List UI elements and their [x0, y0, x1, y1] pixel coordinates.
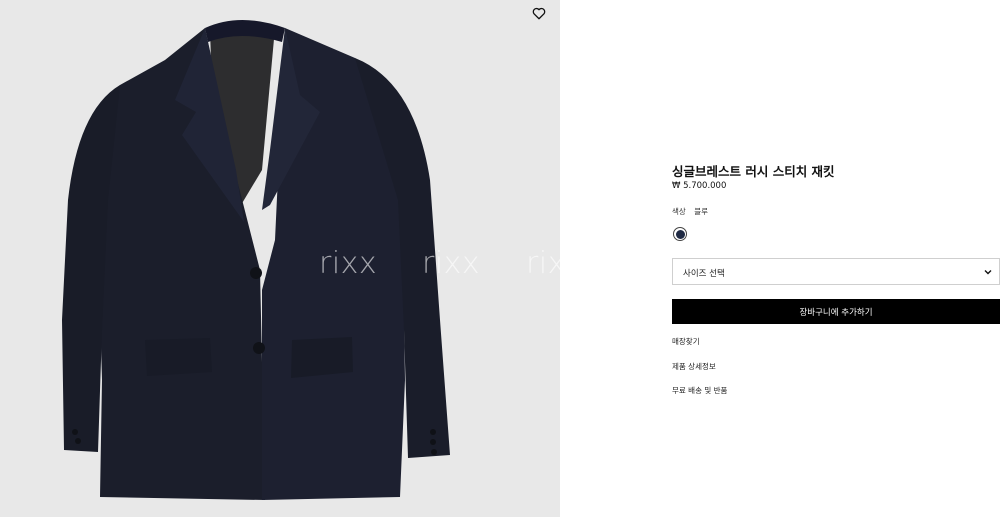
- size-select[interactable]: 사이즈 선택: [672, 258, 1000, 285]
- product-title: 싱글브레스트 러시 스티치 재킷: [672, 164, 835, 179]
- add-to-cart-button[interactable]: 장바구니에 추가하기: [672, 299, 1000, 324]
- shipping-returns-link[interactable]: 무료 배송 및 반품: [672, 385, 727, 396]
- color-swatch[interactable]: [673, 227, 687, 241]
- watermark: rixx: [526, 246, 560, 281]
- watermark: rixx: [319, 246, 378, 281]
- product-details-link[interactable]: 제품 상세정보: [672, 361, 716, 372]
- color-label: 색상: [672, 207, 686, 216]
- product-image-gallery: rixx rixx rixx: [0, 0, 560, 517]
- product-info-panel: 싱글브레스트 러시 스티치 재킷 ₩ 5.700.000 색상 블루 사이즈 선…: [672, 0, 1000, 517]
- chevron-down-icon: [984, 270, 992, 275]
- size-select-label: 사이즈 선택: [683, 269, 725, 279]
- heart-icon: [532, 7, 546, 19]
- swatch-fill: [675, 229, 685, 239]
- watermark: rixx: [422, 246, 481, 281]
- store-locator-link[interactable]: 매장찾기: [672, 336, 700, 347]
- color-row: 색상 블루: [672, 206, 708, 217]
- product-price: ₩ 5.700.000: [672, 181, 727, 191]
- color-value: 블루: [694, 207, 709, 216]
- wishlist-button[interactable]: [529, 3, 549, 23]
